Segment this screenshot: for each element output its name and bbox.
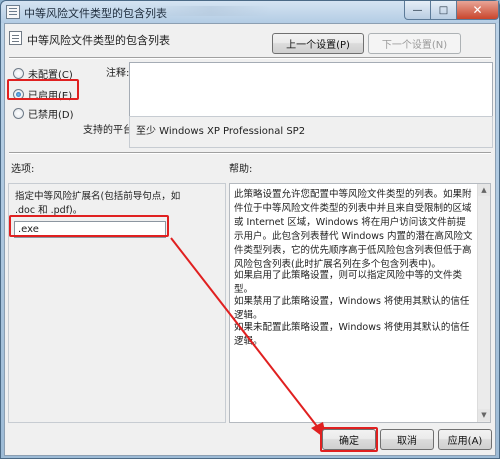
maximize-button[interactable]: □ <box>431 1 457 20</box>
close-button[interactable]: ✕ <box>457 1 499 20</box>
minimize-icon: — <box>412 4 423 16</box>
minimize-button[interactable]: — <box>404 1 431 20</box>
apply-button[interactable]: 应用(A) <box>438 429 492 450</box>
title-bar[interactable]: 中等风险文件类型的包含列表 — □ ✕ <box>1 1 499 23</box>
policy-icon <box>6 5 20 19</box>
cancel-button[interactable]: 取消 <box>380 429 434 450</box>
title-blur <box>151 6 271 16</box>
dialog-window: 中等风险文件类型的包含列表 — □ ✕ 中等风险文件类型的包含列表 上一个设置(… <box>0 0 500 459</box>
ok-highlight <box>320 427 378 452</box>
dialog-body: 中等风险文件类型的包含列表 上一个设置(P) 下一个设置(N) 未配置(C) 已… <box>4 23 496 456</box>
window-title: 中等风险文件类型的包含列表 <box>24 7 167 20</box>
annotation-arrow <box>170 237 327 440</box>
close-icon: ✕ <box>472 3 483 17</box>
arrow-line <box>170 237 324 435</box>
maximize-icon: □ <box>438 4 449 16</box>
